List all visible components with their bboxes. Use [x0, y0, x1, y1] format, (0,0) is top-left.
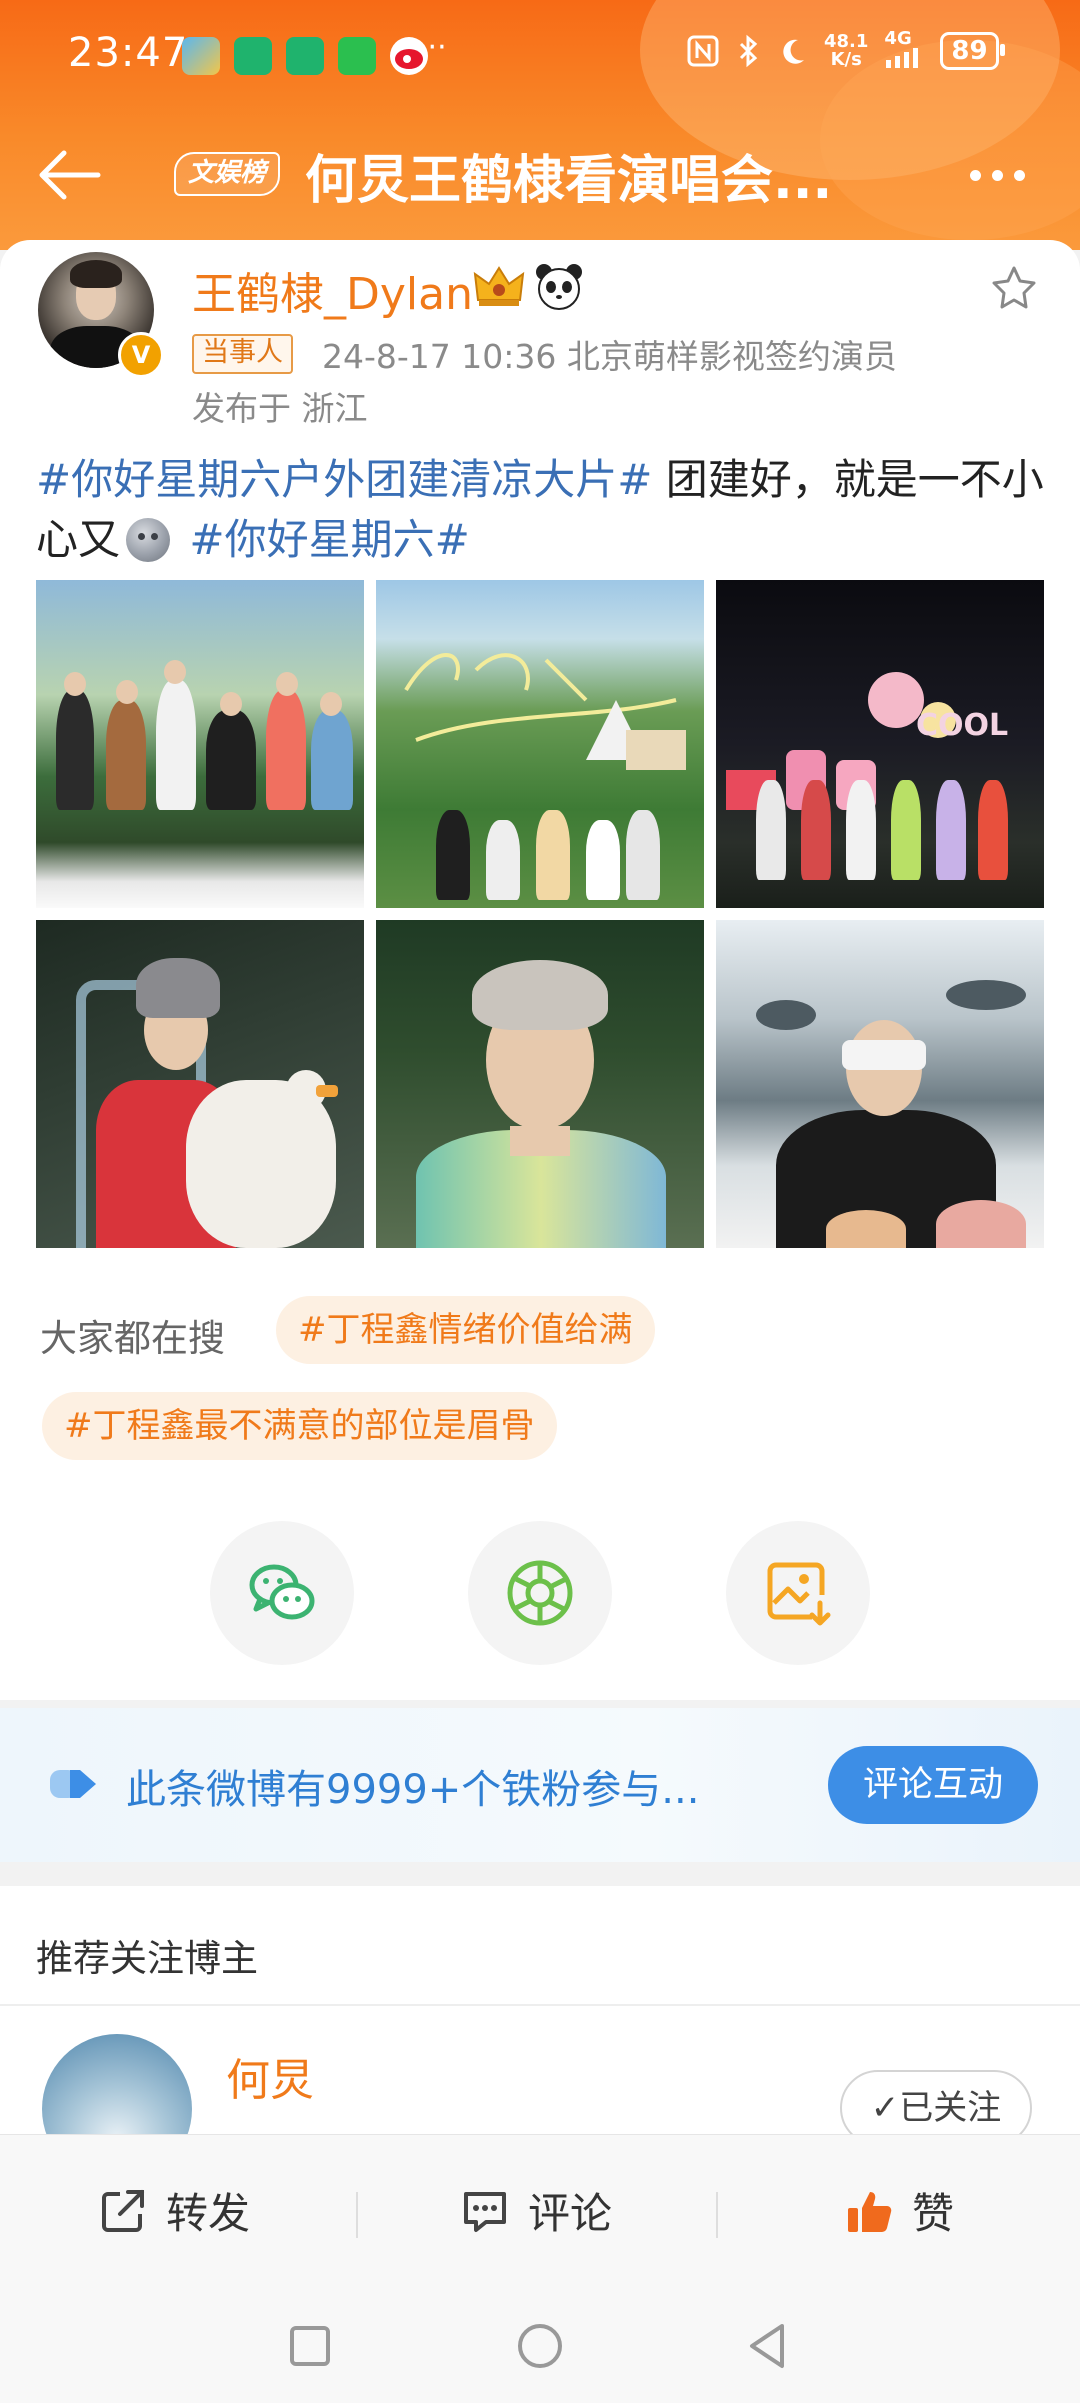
post-image-4[interactable]: [36, 920, 364, 1248]
wechat-icon: [338, 37, 376, 75]
recommend-name[interactable]: 何炅: [226, 2044, 314, 2108]
repost-button[interactable]: 转发: [98, 2180, 250, 2241]
favorite-star-icon[interactable]: [990, 264, 1038, 312]
like-button[interactable]: 赞: [844, 2180, 954, 2241]
topic-link[interactable]: #你好星期六户外团建清凉大片#: [36, 455, 652, 504]
page-title: 何炅王鹤棣看演唱会...: [305, 151, 833, 211]
more-options-icon[interactable]: [970, 170, 1025, 181]
hot-search-chip[interactable]: #丁程鑫情绪价值给满: [276, 1296, 655, 1364]
recommend-title: 推荐关注博主: [36, 1937, 258, 1980]
fan-banner-text: 此条微博有9999+个铁粉参与...: [126, 1767, 700, 1813]
fan-badge-icon: [50, 1770, 96, 1798]
network-speed: 48.1 K/s: [824, 31, 869, 70]
post-location: 发布于 浙江: [192, 389, 368, 428]
panda-badge-icon[interactable]: [534, 262, 584, 312]
back-arrow-icon[interactable]: [30, 145, 110, 205]
home-icon[interactable]: [512, 2318, 568, 2374]
post-image-5[interactable]: [376, 920, 704, 1248]
nfc-icon: [687, 35, 719, 67]
post-username[interactable]: 王鹤棣_Dylan: [192, 258, 473, 322]
divider: [0, 2004, 1080, 2006]
comment-icon: [464, 2191, 506, 2232]
save-image-icon: [767, 1562, 831, 1626]
bluetooth-icon: [739, 34, 758, 68]
post-image-6[interactable]: [716, 920, 1044, 1248]
moon-icon: [783, 39, 804, 64]
sports-app-icon: [234, 37, 272, 75]
game-app-icon: [182, 37, 220, 75]
crown-badge-icon[interactable]: [472, 262, 526, 310]
moon-face-emoji-icon: [126, 518, 171, 562]
svg-text:COOL: COOL: [916, 708, 1008, 743]
post-meta: 24-8-17 10:36 北京萌样影视签约演员: [322, 337, 897, 376]
ranking-tag[interactable]: 文娱榜: [174, 152, 281, 196]
wechat-icon: [249, 1564, 315, 1620]
divider: [356, 2192, 358, 2238]
status-right-group: 48.1 K/s 4G 89: [686, 30, 1005, 72]
save-image-button[interactable]: [726, 1521, 870, 1665]
thumbs-up-icon: [848, 2191, 892, 2232]
post-image-1[interactable]: [36, 580, 364, 908]
post-image-3[interactable]: COOL: [716, 580, 1044, 908]
status-time: 23:47: [68, 30, 189, 76]
recent-apps-icon[interactable]: [282, 2318, 338, 2374]
topic-link[interactable]: #你好星期六#: [189, 515, 469, 564]
status-app-icons: [182, 37, 428, 75]
comment-button[interactable]: 评论: [460, 2180, 612, 2241]
comment-interact-button[interactable]: 评论互动: [828, 1746, 1038, 1824]
share-wechat-button[interactable]: [210, 1521, 354, 1665]
hot-search-chip[interactable]: #丁程鑫最不满意的部位是眉骨: [42, 1392, 557, 1460]
post-text: #你好星期六户外团建清凉大片# 团建好，就是一不小心又 #你好星期六#: [36, 450, 1046, 570]
back-nav-icon[interactable]: [740, 2318, 796, 2374]
verified-badge: V: [118, 332, 164, 378]
signal-icon: [886, 48, 919, 68]
hot-search-label: 大家都在搜: [40, 1317, 225, 1360]
post-image-2[interactable]: [376, 580, 704, 908]
check-icon: ✓: [870, 2088, 900, 2128]
party-badge: 当事人: [192, 334, 293, 374]
sports-app-icon: [286, 37, 324, 75]
repost-icon: [102, 2189, 144, 2232]
status-more-dots: ···: [418, 30, 447, 65]
moments-icon: [507, 1560, 573, 1626]
network-type: 4G: [884, 30, 924, 72]
battery-indicator: 89: [940, 32, 1005, 70]
share-moments-button[interactable]: [468, 1521, 612, 1665]
divider: [716, 2192, 718, 2238]
